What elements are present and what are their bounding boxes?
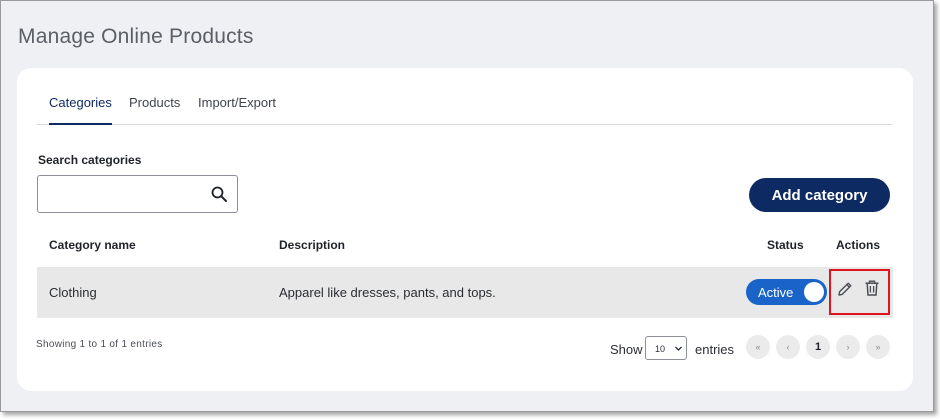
- column-header-status: Status: [767, 238, 804, 252]
- content-card: Categories Products Import/Export Search…: [17, 68, 913, 391]
- column-header-actions: Actions: [836, 238, 881, 252]
- tab-bar: Categories Products Import/Export: [37, 94, 893, 125]
- status-toggle-label: Active: [758, 285, 794, 300]
- show-label: Show: [610, 342, 643, 357]
- search-icon[interactable]: [211, 186, 227, 202]
- tab-products[interactable]: Products: [129, 94, 180, 125]
- page-title: Manage Online Products: [18, 25, 254, 48]
- tab-import-export[interactable]: Import/Export: [198, 94, 276, 125]
- page-size-select[interactable]: 10: [645, 336, 687, 360]
- chevron-down-icon: [675, 346, 682, 351]
- pagination-prev-button[interactable]: ‹: [776, 335, 800, 359]
- entries-label: entries: [695, 342, 735, 357]
- category-name-cell: Clothing: [49, 285, 97, 300]
- search-field[interactable]: [37, 175, 238, 213]
- pagination-first-button[interactable]: «: [746, 335, 770, 359]
- tab-categories[interactable]: Categories: [49, 94, 112, 125]
- trash-icon[interactable]: [863, 279, 881, 297]
- search-input[interactable]: [44, 182, 204, 206]
- app-window: Manage Online Products Categories Produc…: [0, 0, 934, 412]
- pagination-page-1[interactable]: 1: [806, 335, 830, 359]
- add-category-button[interactable]: Add category: [749, 178, 890, 212]
- entries-info: Showing 1 to 1 of 1 entries: [36, 339, 163, 350]
- status-toggle[interactable]: Active: [746, 279, 827, 305]
- column-header-description: Description: [279, 238, 346, 252]
- pagination-last-button[interactable]: »: [866, 335, 890, 359]
- column-header-category-name: Category name: [49, 238, 136, 252]
- description-cell: Apparel like dresses, pants, and tops.: [279, 285, 496, 300]
- toggle-knob: [804, 282, 824, 302]
- pagination-next-button[interactable]: ›: [836, 335, 860, 359]
- page-size-value: 10: [655, 344, 666, 354]
- table-row: Clothing Apparel like dresses, pants, an…: [37, 267, 893, 318]
- search-label: Search categories: [38, 153, 142, 167]
- pencil-icon[interactable]: [836, 280, 854, 298]
